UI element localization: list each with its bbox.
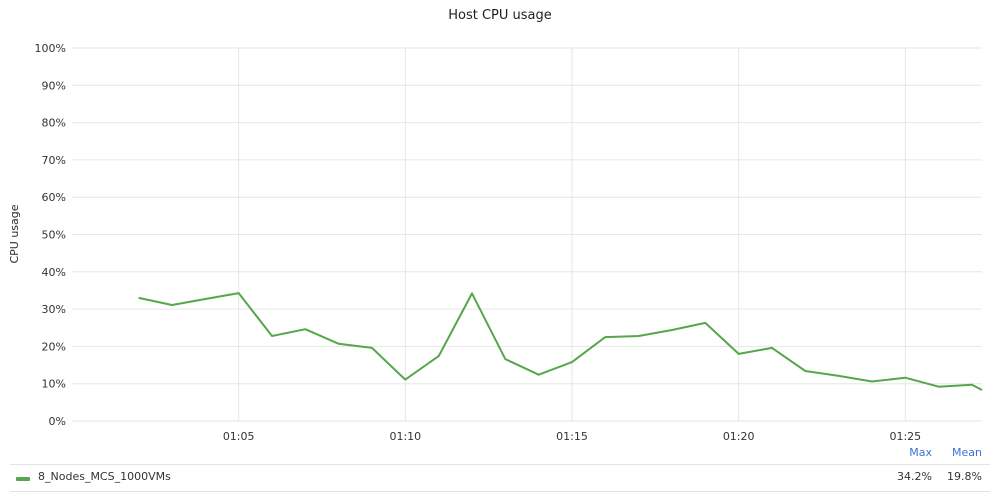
grid-lines — [72, 47, 982, 422]
x-axis-ticks: 01:05 01:10 01:15 01:20 01:25 — [223, 430, 921, 443]
y-tick-label: 70% — [42, 154, 66, 167]
series-color-swatch — [16, 477, 30, 481]
y-tick-label: 60% — [42, 191, 66, 204]
y-tick-label: 100% — [35, 42, 66, 55]
y-tick-label: 30% — [42, 303, 66, 316]
x-tick-label: 01:25 — [889, 430, 921, 443]
y-tick-label: 20% — [42, 340, 66, 353]
y-tick-label: 0% — [49, 415, 66, 428]
y-axis-label: CPU usage — [8, 204, 21, 263]
series-lines — [138, 292, 983, 391]
legend-max-value: 34.2% — [897, 470, 932, 483]
legend-mean-value: 19.8% — [947, 470, 982, 483]
series-line[interactable] — [138, 292, 983, 391]
y-tick-label: 40% — [42, 266, 66, 279]
plot-area: 0%10%20%30%40%50%60%70%80%90%100% 01:05 0… — [8, 42, 983, 443]
y-tick-label: 90% — [42, 79, 66, 92]
legend-header-max[interactable]: Max — [909, 446, 932, 459]
y-axis-ticks: 0% 10% 20% 30% 40% 50% 60% 70% 80% 90% 100% — [35, 42, 66, 428]
y-tick-label: 80% — [42, 117, 66, 130]
legend-series-name[interactable]: 8_Nodes_MCS_1000VMs — [38, 470, 171, 483]
y-tick-label: 10% — [42, 378, 66, 391]
x-tick-label: 01:15 — [556, 430, 588, 443]
y-tick-label: 50% — [42, 229, 66, 242]
x-tick-label: 01:10 — [389, 430, 421, 443]
legend-row[interactable]: 8_Nodes_MCS_1000VMs 34.2% 19.8% — [10, 464, 990, 492]
x-tick-label: 01:05 — [223, 430, 255, 443]
x-tick-label: 01:20 — [723, 430, 755, 443]
legend-header-mean[interactable]: Mean — [952, 446, 982, 459]
